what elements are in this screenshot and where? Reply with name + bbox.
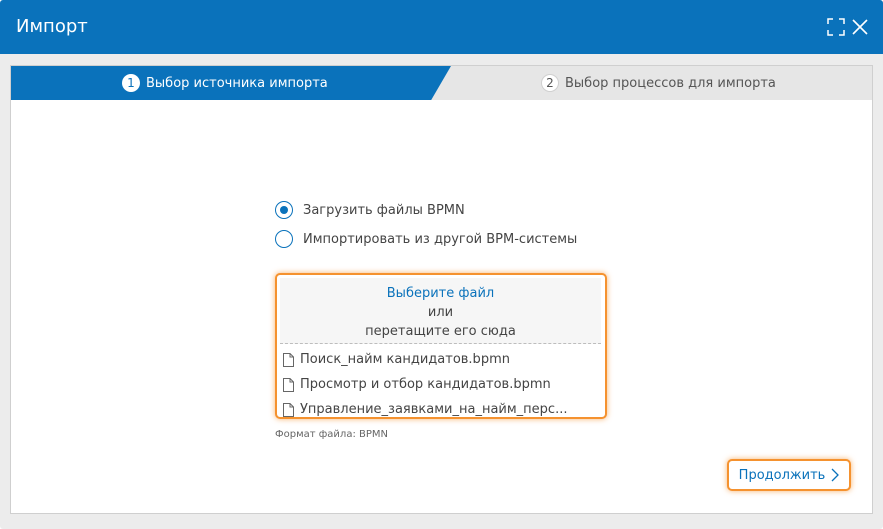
radio-import-other-bpm[interactable]: Импортировать из другой BPM-системы	[275, 230, 577, 248]
drop-zone[interactable]: Выберите файл или перетащите его сюда	[280, 278, 601, 344]
file-name: Просмотр и отбор кандидатов.bpmn	[300, 377, 551, 392]
radio-label: Импортировать из другой BPM-системы	[303, 231, 578, 247]
wizard-steps: 1 Выбор источника импорта 2 Выбор процес…	[11, 66, 872, 100]
step-label: Выбор процессов для импорта	[565, 75, 776, 91]
step-source[interactable]: 1 Выбор источника импорта	[122, 66, 328, 100]
import-dialog: Импорт 1 Выбор источника импорта 2 Выбор…	[0, 0, 883, 529]
step-label: Выбор источника импорта	[146, 75, 328, 91]
chevron-right-icon	[831, 468, 840, 482]
choose-file-link[interactable]: Выберите файл	[280, 284, 601, 303]
file-icon	[283, 402, 294, 417]
step-processes[interactable]: 2 Выбор процессов для импорта	[541, 66, 776, 100]
radio-upload-bpmn[interactable]: Загрузить файлы BPMN	[275, 201, 465, 219]
close-button[interactable]	[851, 18, 869, 36]
list-item[interactable]: Управление_заявками_на_найм_перс...	[283, 397, 601, 417]
dialog-title: Импорт	[16, 16, 88, 37]
file-upload-area: Выберите файл или перетащите его сюда По…	[275, 273, 607, 419]
step-number: 1	[122, 74, 140, 92]
continue-button[interactable]: Продолжить	[727, 459, 851, 491]
close-icon	[852, 19, 868, 35]
dialog-content: 1 Выбор источника импорта 2 Выбор процес…	[10, 65, 873, 514]
or-text: или	[427, 305, 454, 320]
file-name: Поиск_найм кандидатов.bpmn	[300, 352, 510, 367]
maximize-button[interactable]	[827, 18, 845, 36]
maximize-icon	[827, 18, 845, 36]
radio-button[interactable]	[275, 230, 293, 248]
drag-here-text: перетащите его сюда	[365, 324, 516, 339]
radio-label: Загрузить файлы BPMN	[303, 202, 465, 218]
list-item[interactable]: Просмотр и отбор кандидатов.bpmn	[283, 372, 601, 397]
file-format-hint: Формат файла: BPMN	[275, 429, 388, 440]
file-icon	[283, 377, 294, 392]
continue-label: Продолжить	[738, 467, 826, 483]
radio-button-checked[interactable]	[275, 201, 293, 219]
list-item[interactable]: Поиск_найм кандидатов.bpmn	[283, 347, 601, 372]
step-number: 2	[541, 74, 559, 92]
uploaded-file-list: Поиск_найм кандидатов.bpmn Просмотр и от…	[283, 347, 601, 417]
dialog-titlebar: Импорт	[0, 0, 883, 54]
file-icon	[283, 352, 294, 367]
file-name: Управление_заявками_на_найм_перс...	[300, 402, 568, 417]
